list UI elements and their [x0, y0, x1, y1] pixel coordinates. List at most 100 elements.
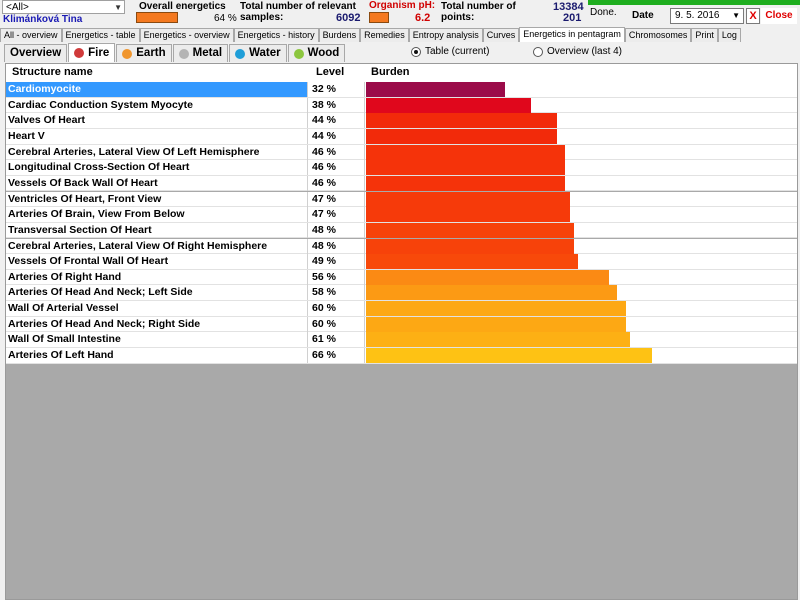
level-value: 46 %: [309, 175, 365, 191]
tab-print[interactable]: Print: [691, 28, 718, 42]
element-tabs: Overview Fire Earth Metal Water Wood: [4, 43, 346, 62]
burden-cell: [366, 332, 797, 348]
table-row[interactable]: Arteries Of Left Hand 66 %: [6, 348, 797, 364]
tab-remedies[interactable]: Remedies: [360, 28, 409, 42]
structure-name: Arteries Of Left Hand: [6, 348, 308, 364]
earth-dot-icon: [122, 48, 133, 59]
tab-water-label: Water: [249, 47, 281, 59]
burden-bar: [366, 332, 630, 348]
filter-combobox[interactable]: <All> ▼: [2, 0, 125, 14]
burden-cell: [366, 113, 797, 129]
water-dot-icon: [235, 48, 246, 59]
tab-metal[interactable]: Metal: [172, 44, 229, 62]
burden-bar: [366, 113, 557, 129]
column-header-structure[interactable]: Structure name: [12, 66, 93, 78]
tab-chromosomes[interactable]: Chromosomes: [624, 28, 692, 42]
tab-energetics-history[interactable]: Energetics - history: [233, 28, 319, 42]
burden-bar: [366, 175, 565, 191]
tab-earth-label: Earth: [136, 47, 166, 59]
burden-bar: [366, 160, 565, 176]
structure-name: Wall Of Arterial Vessel: [6, 301, 308, 317]
table-row[interactable]: Cerebral Arteries, Lateral View Of Left …: [6, 144, 797, 161]
column-header-burden[interactable]: Burden: [371, 66, 410, 78]
radio-unselected-icon: [533, 46, 543, 57]
tab-log[interactable]: Log: [717, 28, 741, 42]
table-row[interactable]: Ventricles Of Heart, Front View 47 %: [6, 191, 797, 208]
structure-name: Transversal Section Of Heart: [6, 222, 308, 238]
level-value: 49 %: [309, 254, 365, 270]
points-label-line2: points:: [441, 12, 475, 23]
overall-energetics-bar: [136, 12, 178, 23]
tab-burdens[interactable]: Burdens: [318, 28, 361, 42]
burden-cell: [366, 238, 797, 254]
burden-cell: [366, 269, 797, 285]
table-row[interactable]: Wall Of Small Intestine 61 %: [6, 332, 797, 348]
table-row[interactable]: Longitudinal Cross-Section Of Heart 46 %: [6, 160, 797, 176]
burden-cell: [366, 144, 797, 160]
table-row[interactable]: Arteries Of Right Hand 56 %: [6, 269, 797, 286]
level-value: 46 %: [309, 144, 365, 160]
status-text: Done.: [590, 7, 617, 18]
structure-name: Arteries Of Head And Neck; Left Side: [6, 285, 308, 301]
progress-bar: [588, 0, 800, 5]
overview-view-radio[interactable]: Overview (last 4): [533, 46, 622, 57]
table-row[interactable]: Arteries Of Brain, View From Below 47 %: [6, 207, 797, 223]
tab-overview[interactable]: Overview: [4, 44, 68, 62]
tab-water[interactable]: Water: [229, 44, 287, 62]
tab-energetics-table[interactable]: Energetics - table: [61, 28, 140, 42]
burden-cell: [366, 160, 797, 176]
tab-wood[interactable]: Wood: [287, 44, 346, 62]
burden-cell: [366, 222, 797, 238]
table-row[interactable]: Vessels Of Back Wall Of Heart 46 %: [6, 175, 797, 192]
burden-bar: [366, 97, 531, 113]
structure-name: Longitudinal Cross-Section Of Heart: [6, 160, 308, 176]
metal-dot-icon: [178, 48, 189, 59]
ph-label: Organism pH:: [369, 0, 436, 11]
level-value: 46 %: [309, 160, 365, 176]
table-row[interactable]: Valves Of Heart 44 %: [6, 113, 797, 129]
table-row[interactable]: Cardiac Conduction System Myocyte 38 %: [6, 97, 797, 114]
level-value: 47 %: [309, 191, 365, 207]
table-row[interactable]: Cardiomyocite 32 %: [6, 82, 797, 98]
table-row[interactable]: Transversal Section Of Heart 48 %: [6, 222, 797, 239]
chevron-down-icon[interactable]: ▼: [114, 1, 122, 15]
tab-energetics-in-pentagram[interactable]: Energetics in pentagram: [519, 27, 625, 42]
table-row[interactable]: Arteries Of Head And Neck; Left Side 58 %: [6, 285, 797, 302]
structure-name: Arteries Of Head And Neck; Right Side: [6, 316, 308, 332]
table-row[interactable]: Arteries Of Head And Neck; Right Side 60 …: [6, 316, 797, 333]
tab-fire[interactable]: Fire: [68, 43, 116, 62]
date-value: 9. 5. 2016: [675, 10, 720, 21]
table-row[interactable]: Vessels Of Frontal Wall Of Heart 49 %: [6, 254, 797, 270]
burden-cell: [366, 128, 797, 144]
clear-date-button[interactable]: X: [746, 8, 760, 24]
tab-fire-label: Fire: [88, 46, 110, 59]
table-view-radio[interactable]: Table (current): [411, 46, 489, 57]
table-row[interactable]: Wall Of Arterial Vessel 60 %: [6, 301, 797, 317]
level-value: 48 %: [309, 238, 365, 254]
burden-cell: [366, 82, 797, 97]
close-button[interactable]: Close: [761, 8, 797, 24]
fire-dot-icon: [74, 48, 85, 58]
tab-curves[interactable]: Curves: [482, 28, 520, 42]
burden-cell: [366, 207, 797, 223]
chevron-down-icon[interactable]: ▼: [732, 9, 740, 23]
table-row[interactable]: Cerebral Arteries, Lateral View Of Right…: [6, 238, 797, 255]
level-value: 56 %: [309, 269, 365, 285]
tab-all-overview[interactable]: All - overview: [0, 28, 62, 42]
tab-entropy-analysis[interactable]: Entropy analysis: [408, 28, 483, 42]
overview-view-label: Overview (last 4): [547, 46, 623, 57]
tab-energetics-overview[interactable]: Energetics - overview: [139, 28, 234, 42]
date-label: Date: [632, 10, 654, 21]
structure-name: Cardiomyocite: [6, 82, 308, 97]
burden-cell: [366, 254, 797, 270]
structure-name: Arteries Of Brain, View From Below: [6, 207, 308, 223]
table-row[interactable]: Heart V 44 %: [6, 128, 797, 145]
wood-dot-icon: [293, 48, 304, 59]
column-header-level[interactable]: Level: [316, 66, 344, 78]
level-value: 60 %: [309, 316, 365, 332]
samples-value: 6092: [336, 12, 361, 24]
patient-name: Klimánková Tina: [3, 14, 83, 25]
burden-bar: [366, 128, 557, 144]
tab-earth[interactable]: Earth: [116, 44, 172, 62]
date-picker[interactable]: 9. 5. 2016 ▼: [670, 8, 744, 24]
